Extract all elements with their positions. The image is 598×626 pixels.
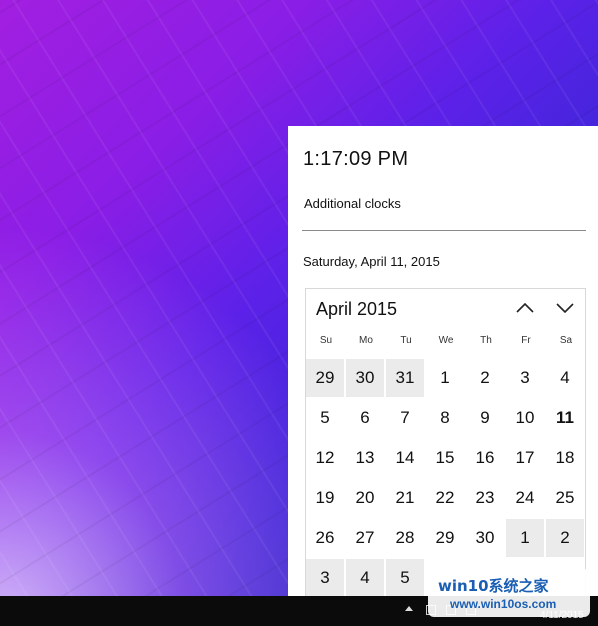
calendar-day[interactable]: 3 <box>306 559 344 596</box>
calendar-day[interactable]: 12 <box>306 439 344 477</box>
calendar-day[interactable]: 29 <box>426 519 464 557</box>
calendar-day[interactable]: 31 <box>386 359 424 397</box>
watermark-title: win10系统之家 <box>438 577 549 595</box>
show-hidden-icons-icon[interactable] <box>405 606 413 611</box>
calendar-day[interactable]: 30 <box>346 359 384 397</box>
calendar-day-today[interactable]: 11 <box>546 399 584 437</box>
weekday-label: We <box>438 335 454 346</box>
weekday-label: Sa <box>559 335 573 346</box>
clock-time: 1:17:09 PM <box>303 148 409 170</box>
additional-clocks-link[interactable]: Additional clocks <box>304 196 401 211</box>
watermark: win10系统之家 www.win10os.com <box>428 569 590 617</box>
calendar-day[interactable]: 5 <box>386 559 424 596</box>
calendar-day[interactable]: 20 <box>346 479 384 517</box>
calendar-day[interactable]: 26 <box>306 519 344 557</box>
clock-calendar-flyout: 1:17:09 PM Additional clocks Saturday, A… <box>288 126 598 596</box>
calendar-day[interactable]: 9 <box>466 399 504 437</box>
weekday-header: Su Mo Tu We Th Fr Sa <box>306 335 587 353</box>
calendar-day[interactable]: 10 <box>506 399 544 437</box>
next-month-button[interactable] <box>550 293 580 323</box>
calendar-day[interactable]: 2 <box>546 519 584 557</box>
calendar-day[interactable]: 30 <box>466 519 504 557</box>
calendar-day[interactable]: 15 <box>426 439 464 477</box>
calendar-day[interactable]: 3 <box>506 359 544 397</box>
calendar-day[interactable]: 5 <box>306 399 344 437</box>
calendar-day[interactable]: 7 <box>386 399 424 437</box>
calendar-day[interactable]: 29 <box>306 359 344 397</box>
calendar-month-label[interactable]: April 2015 <box>316 299 397 320</box>
chevron-down-icon <box>556 303 574 314</box>
calendar-day[interactable]: 17 <box>506 439 544 477</box>
calendar-day[interactable]: 18 <box>546 439 584 477</box>
calendar-day[interactable]: 21 <box>386 479 424 517</box>
weekday-label: Tu <box>400 335 412 346</box>
calendar-day[interactable]: 14 <box>386 439 424 477</box>
calendar-day[interactable]: 25 <box>546 479 584 517</box>
weekday-label: Th <box>480 335 492 346</box>
calendar-day[interactable]: 16 <box>466 439 504 477</box>
watermark-url: www.win10os.com <box>450 597 557 611</box>
calendar-day[interactable]: 22 <box>426 479 464 517</box>
calendar-day[interactable]: 1 <box>426 359 464 397</box>
calendar-day[interactable]: 28 <box>386 519 424 557</box>
weekday-label: Su <box>319 335 333 346</box>
calendar: April 2015 Su Mo Tu We Th Fr Sa 29 30 31 1 2… <box>305 288 586 596</box>
calendar-day[interactable]: 8 <box>426 399 464 437</box>
calendar-day[interactable]: 13 <box>346 439 384 477</box>
calendar-day[interactable]: 27 <box>346 519 384 557</box>
calendar-day[interactable]: 2 <box>466 359 504 397</box>
calendar-day[interactable]: 4 <box>346 559 384 596</box>
full-date-link[interactable]: Saturday, April 11, 2015 <box>303 254 440 269</box>
calendar-day-grid: 29 30 31 1 2 3 4 5 6 7 8 9 10 11 12 13 14 15 16 17 18 19 20 21 2… <box>306 359 584 596</box>
calendar-day[interactable]: 24 <box>506 479 544 517</box>
calendar-day[interactable]: 6 <box>346 399 384 437</box>
weekday-label: Fr <box>521 335 531 346</box>
chevron-up-icon <box>516 302 534 313</box>
previous-month-button[interactable] <box>510 293 540 323</box>
calendar-day[interactable]: 19 <box>306 479 344 517</box>
divider <box>302 230 586 231</box>
calendar-day[interactable]: 23 <box>466 479 504 517</box>
calendar-day[interactable]: 4 <box>546 359 584 397</box>
calendar-day[interactable]: 1 <box>506 519 544 557</box>
weekday-label: Mo <box>359 335 373 346</box>
